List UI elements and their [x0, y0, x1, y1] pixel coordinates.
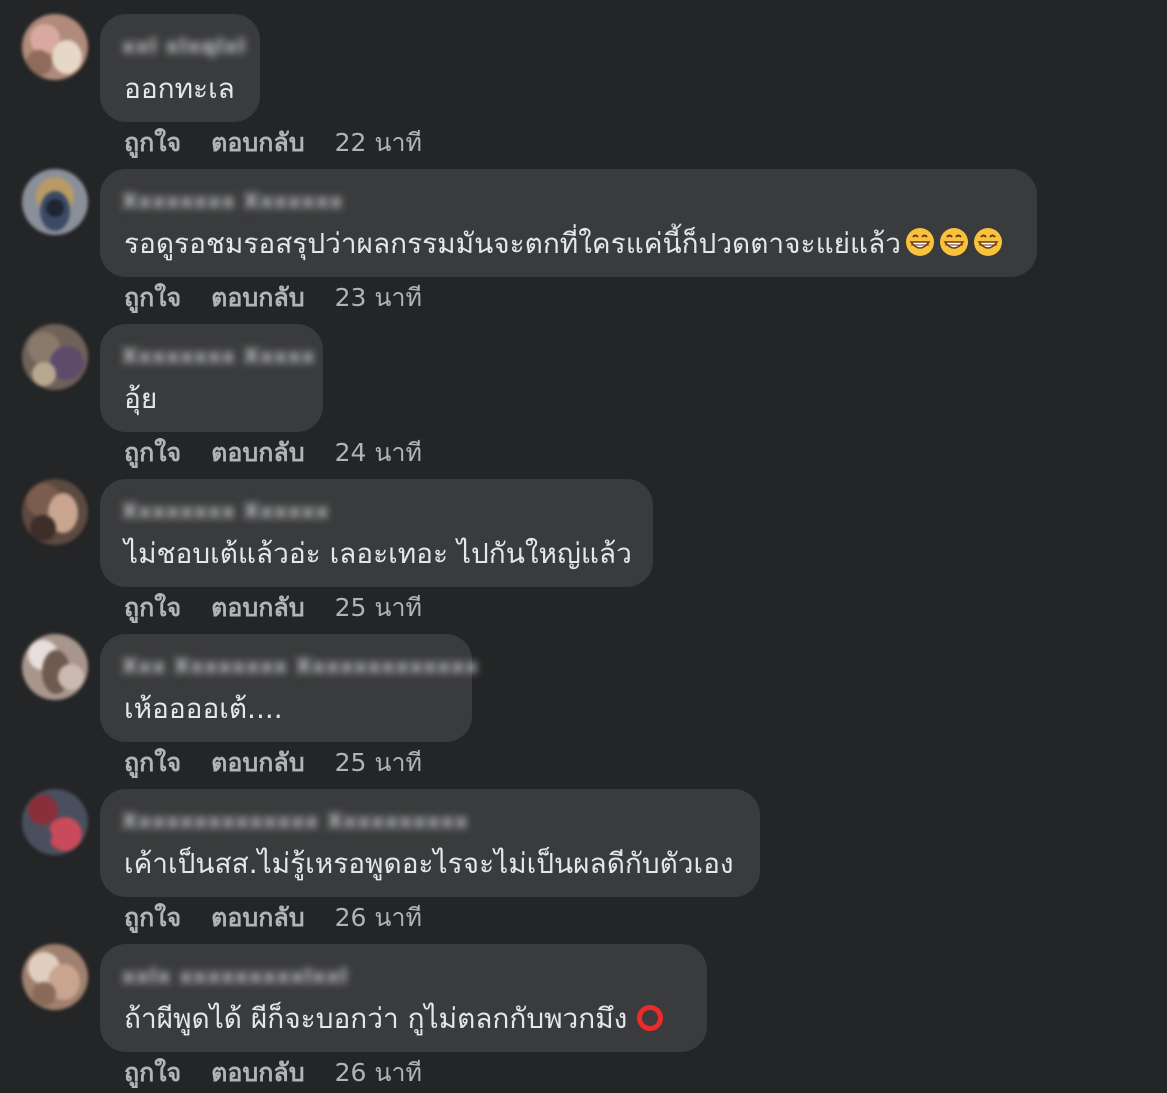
comment-text-content: ถ้าผีพูดได้ ผีก็จะบอกว่า กูไม่ตลกกับพวกม…: [124, 1002, 628, 1035]
comment-text: เค้าเป็นสส.ไม่รู้เหรอพูดอะไรจะไม่เป็นผลด…: [124, 847, 734, 880]
comment-actions: ถูกใจ ตอบกลับ 25 นาที: [124, 746, 452, 780]
comment-bubble: Xxxxxxxx Xxxxxxx รอดูรอชมรอสรุปว่าผลกรรม…: [100, 169, 1037, 277]
comment-actions: ถูกใจ ตอบกลับ 26 นาที: [124, 901, 452, 935]
red-circle-icon: [637, 1005, 664, 1031]
reply-button[interactable]: ตอบกลับ: [211, 746, 304, 780]
grinning-face-icon: [905, 228, 934, 256]
like-button[interactable]: ถูกใจ: [124, 126, 181, 160]
comment-text: ถ้าผีพูดได้ ผีก็จะบอกว่า กูไม่ตลกกับพวกม…: [124, 1002, 664, 1036]
comment-timestamp[interactable]: 25 นาที: [335, 591, 422, 625]
comment-author[interactable]: Xxxxxxxx Xxxxxx: [122, 499, 330, 523]
comment-author[interactable]: Xxx Xxxxxxxx Xxxxxxxxxxxxx: [122, 654, 479, 678]
comment-author[interactable]: xxlx xxxxxxxxxlxxl: [122, 964, 348, 988]
comment: Xxxxxxxx Xxxxx อุ้ย ถูกใจ ตอบกลับ 24 นาที: [0, 324, 1167, 479]
comment-timestamp[interactable]: 23 นาที: [335, 281, 422, 315]
comment-author[interactable]: Xxxxxxxx Xxxxx: [122, 344, 316, 368]
comment: xxlx xxxxxxxxxlxxl ถ้าผีพูดได้ ผีก็จะบอก…: [0, 944, 1167, 1093]
comment-timestamp[interactable]: 22 นาที: [335, 126, 422, 160]
comment-bubble: Xxx Xxxxxxxx Xxxxxxxxxxxxx เห้ออออเต้...…: [100, 634, 478, 742]
reply-button[interactable]: ตอบกลับ: [211, 901, 304, 935]
comment-timestamp[interactable]: 25 นาที: [335, 746, 422, 780]
like-button[interactable]: ถูกใจ: [124, 591, 181, 625]
comment-author[interactable]: Xxxxxxxx Xxxxxxx: [122, 189, 344, 213]
comment-author[interactable]: xxl xlxqlxl: [122, 34, 246, 58]
comment-text: อุ้ย: [124, 382, 158, 415]
reply-button[interactable]: ตอบกลับ: [211, 1056, 304, 1090]
comment-bubble: xxlx xxxxxxxxxlxxl ถ้าผีพูดได้ ผีก็จะบอก…: [100, 944, 707, 1052]
comment-text: เห้ออออเต้....: [124, 692, 283, 725]
comment: Xxx Xxxxxxxx Xxxxxxxxxxxxx เห้ออออเต้...…: [0, 634, 1167, 789]
comment-text: ออกทะเล: [124, 72, 235, 105]
avatar[interactable]: [22, 479, 88, 545]
reply-button[interactable]: ตอบกลับ: [211, 126, 304, 160]
like-button[interactable]: ถูกใจ: [124, 901, 181, 935]
avatar[interactable]: [22, 789, 88, 855]
comment-actions: ถูกใจ ตอบกลับ 23 นาที: [124, 281, 452, 315]
comment-actions: ถูกใจ ตอบกลับ 24 นาที: [124, 436, 452, 470]
avatar[interactable]: [22, 634, 88, 700]
comment-text: ไม่ชอบเต้แล้วอ่ะ เลอะเทอะ ไปกันใหญ่แล้ว: [124, 537, 632, 570]
reply-button[interactable]: ตอบกลับ: [211, 281, 304, 315]
grinning-face-icon: [973, 228, 1002, 256]
comment: xxl xlxqlxl ออกทะเล ถูกใจ ตอบกลับ 22 นาที: [0, 14, 1167, 169]
comment-bubble: Xxxxxxxx Xxxxxx ไม่ชอบเต้แล้วอ่ะ เลอะเทอ…: [100, 479, 653, 587]
comment-timestamp[interactable]: 26 นาที: [335, 1056, 422, 1090]
reply-button[interactable]: ตอบกลับ: [211, 436, 304, 470]
comment-text-content: รอดูรอชมรอสรุปว่าผลกรรมมันจะตกที่ใครแค่น…: [124, 227, 901, 260]
avatar[interactable]: [22, 324, 88, 390]
comment-bubble: xxl xlxqlxl ออกทะเล: [100, 14, 260, 122]
comment-timestamp[interactable]: 24 นาที: [335, 436, 422, 470]
comment-actions: ถูกใจ ตอบกลับ 25 นาที: [124, 591, 452, 625]
like-button[interactable]: ถูกใจ: [124, 281, 181, 315]
like-button[interactable]: ถูกใจ: [124, 746, 181, 780]
comment-list: xxl xlxqlxl ออกทะเล ถูกใจ ตอบกลับ 22 นาที …: [0, 0, 1167, 1093]
like-button[interactable]: ถูกใจ: [124, 1056, 181, 1090]
comment-author[interactable]: Xxxxxxxxxxxxxx Xxxxxxxxxx: [122, 809, 469, 833]
comment-actions: ถูกใจ ตอบกลับ 22 นาที: [124, 126, 452, 160]
comment: Xxxxxxxxxxxxxx Xxxxxxxxxx เค้าเป็นสส.ไม่…: [0, 789, 1167, 944]
like-button[interactable]: ถูกใจ: [124, 436, 181, 470]
comment-timestamp[interactable]: 26 นาที: [335, 901, 422, 935]
comment-text: รอดูรอชมรอสรุปว่าผลกรรมมันจะตกที่ใครแค่น…: [124, 227, 1003, 261]
comment-bubble: Xxxxxxxx Xxxxx อุ้ย: [100, 324, 323, 432]
avatar[interactable]: [22, 944, 88, 1010]
comment: Xxxxxxxx Xxxxxxx รอดูรอชมรอสรุปว่าผลกรรม…: [0, 169, 1167, 324]
grinning-face-icon: [939, 228, 968, 256]
comment-bubble: Xxxxxxxxxxxxxx Xxxxxxxxxx เค้าเป็นสส.ไม่…: [100, 789, 760, 897]
comment: Xxxxxxxx Xxxxxx ไม่ชอบเต้แล้วอ่ะ เลอะเทอ…: [0, 479, 1167, 634]
reply-button[interactable]: ตอบกลับ: [211, 591, 304, 625]
avatar[interactable]: [22, 169, 88, 235]
comment-actions: ถูกใจ ตอบกลับ 26 นาที: [124, 1056, 452, 1090]
avatar[interactable]: [22, 14, 88, 80]
